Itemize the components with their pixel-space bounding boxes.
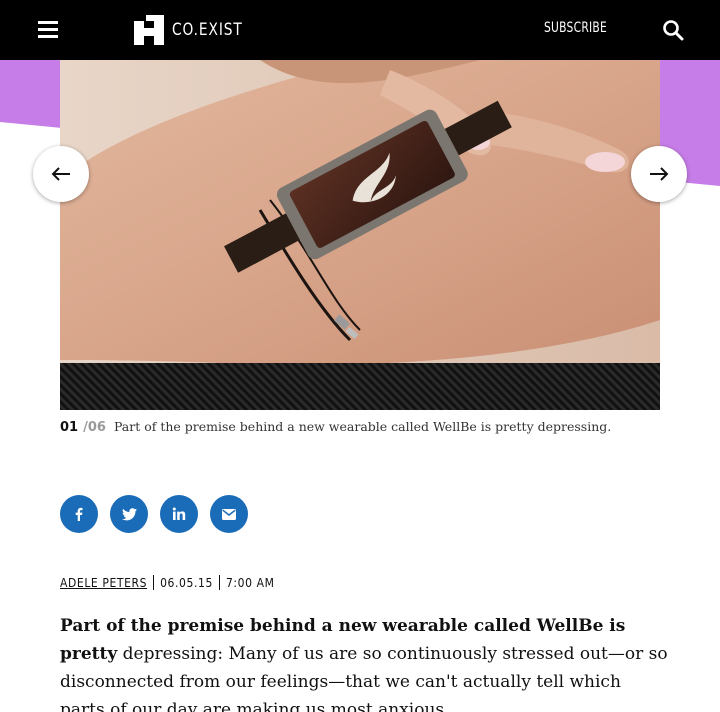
publish-date: 06.05.15 [160, 575, 213, 590]
site-header: CO.EXIST SUBSCRIBE [0, 0, 720, 60]
previous-slide-button[interactable] [33, 146, 89, 202]
share-twitter-button[interactable] [110, 495, 148, 533]
site-logo[interactable]: CO.EXIST [134, 15, 251, 45]
hamburger-icon[interactable] [38, 21, 58, 39]
brand-name: CO.EXIST [172, 20, 243, 40]
search-icon[interactable] [662, 19, 684, 41]
byline-divider [153, 575, 155, 590]
arrow-right-icon [650, 167, 669, 181]
share-facebook-button[interactable] [60, 495, 98, 533]
article-paragraph: depressing: Many of us are so continuous… [60, 644, 668, 712]
author-link[interactable]: ADELE PETERS [60, 576, 147, 590]
next-slide-button[interactable] [631, 146, 687, 202]
twitter-icon [121, 507, 137, 520]
article-body: Part of the premise behind a new wearabl… [60, 612, 670, 712]
email-icon [222, 508, 236, 520]
share-bar [60, 495, 260, 533]
byline-divider [218, 575, 220, 590]
slide-counter-current: 01 [60, 420, 79, 435]
fast-company-logo-mark [134, 15, 164, 45]
facebook-icon [75, 507, 83, 521]
share-linkedin-button[interactable] [160, 495, 198, 533]
share-email-button[interactable] [210, 495, 248, 533]
slide-caption: 01 /06 Part of the premise behind a new … [60, 419, 680, 435]
publish-time: 7:00 AM [225, 575, 275, 590]
subscribe-link[interactable]: SUBSCRIBE [544, 20, 607, 36]
slideshow-image[interactable] [60, 60, 660, 410]
article-byline: ADELE PETERS 06.05.15 7:00 AM [60, 575, 275, 590]
linkedin-icon [172, 507, 186, 520]
arrow-left-icon [51, 167, 70, 181]
slide-counter-total: /06 [83, 420, 106, 435]
slide-caption-text: Part of the premise behind a new wearabl… [113, 419, 612, 434]
wellbe-bracelet-photo [60, 60, 660, 410]
